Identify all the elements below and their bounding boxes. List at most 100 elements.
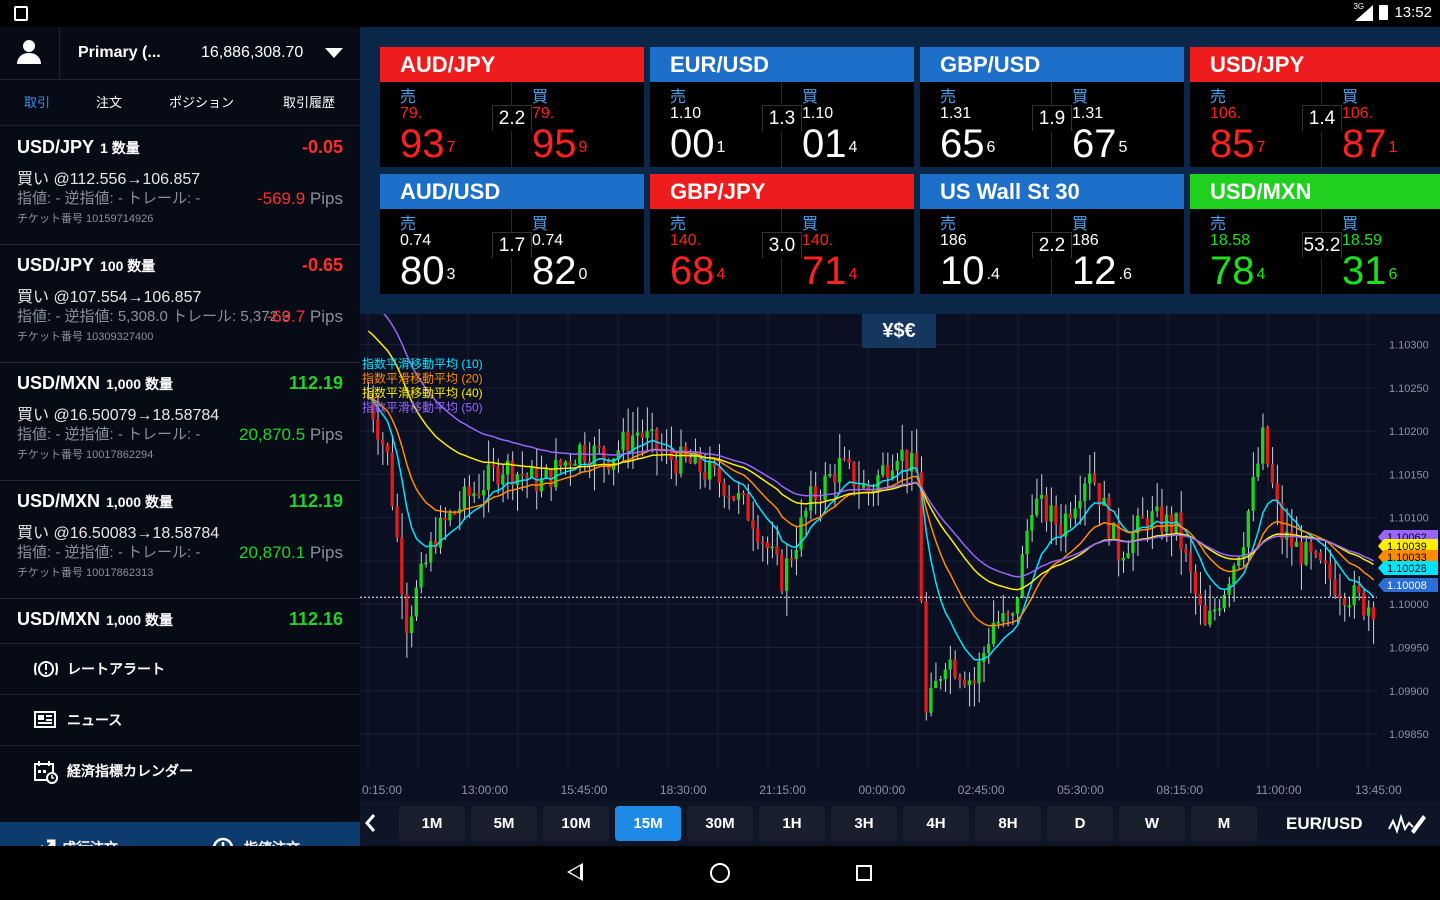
draw-tool-icon[interactable] <box>1387 809 1427 839</box>
candle-body <box>520 474 524 477</box>
currency-button[interactable]: ¥$€ <box>862 314 936 348</box>
quote-grid: AUD/JPY 売 79. 93 7 買 79. 95 9 2.2 EUR/USD 売 1.10 00 1 買… <box>360 27 1440 314</box>
back-icon[interactable] <box>567 863 583 881</box>
buy-price: 67 5 <box>1072 122 1128 166</box>
x-tick-label: 13:45:00 <box>1355 783 1402 797</box>
recent-apps-icon[interactable] <box>856 865 872 881</box>
quote-tile[interactable]: USD/MXN 売 18.58 78 4 買 18.59 31 6 53.2 <box>1190 174 1440 294</box>
candle-body <box>573 463 577 466</box>
buy-price: 87 1 <box>1342 122 1398 166</box>
tab-orders[interactable]: 注文 <box>96 80 122 126</box>
x-tick-label: 05:30:00 <box>1057 783 1104 797</box>
position-item[interactable]: USD/JPY 100 数量 -0.65 買い @107.554→106.857 指値:… <box>0 245 360 363</box>
timeframe-1h[interactable]: 1H <box>759 806 825 841</box>
candle-body <box>558 460 563 466</box>
sell-price: 10.4 <box>940 249 1000 293</box>
candle-body <box>1217 608 1222 611</box>
rate-alert-item[interactable]: レートアラート <box>0 643 360 693</box>
candle-body <box>626 431 630 452</box>
x-tick-label: 15:45:00 <box>561 783 608 797</box>
calendar-item[interactable]: 経済指標カレンダー <box>0 745 360 795</box>
candle-body <box>1179 512 1183 550</box>
timeframe-8h[interactable]: 8H <box>975 806 1041 841</box>
candle-body <box>1366 607 1371 616</box>
position-item[interactable]: USD/MXN 1,000 数量 112.19 買い @16.50083→18.587… <box>0 481 360 599</box>
timeframe-w[interactable]: W <box>1119 806 1185 841</box>
candle-body <box>717 467 721 483</box>
timeframe-3h[interactable]: 3H <box>831 806 897 841</box>
timeframe-d[interactable]: D <box>1047 806 1113 841</box>
candle-body <box>837 458 842 483</box>
candle-body <box>424 562 428 565</box>
tab-positions[interactable]: ポジション <box>169 80 234 126</box>
candle-body <box>948 659 952 670</box>
candle-body <box>1299 541 1303 565</box>
position-qty: 1 数量 <box>100 140 140 156</box>
sell-label: 売 <box>940 89 957 106</box>
candle-body <box>1068 513 1072 519</box>
signal-icon: 3G <box>1353 2 1374 21</box>
quote-tile[interactable]: USD/JPY 売 106. 85 7 買 106. 87 1 1.4 <box>1190 47 1440 167</box>
svg-text:1.10028: 1.10028 <box>1387 563 1427 575</box>
account-selector[interactable]: Primary (... 16,886,308.70 <box>0 26 360 80</box>
y-tick-label: 1.10150 <box>1389 469 1429 481</box>
candle-body <box>967 680 971 686</box>
candle-body <box>472 493 476 497</box>
position-item[interactable]: USD/JPY 1 数量 -0.05 買い @112.556→106.857 指値: -… <box>0 127 360 245</box>
candle-body <box>1261 427 1265 464</box>
candlestick-chart[interactable]: 1.10300 1.10250 1.10200 1.10150 1.10100 1.100… <box>360 314 1440 801</box>
candle-body <box>765 542 769 549</box>
timeframe-1m[interactable]: 1M <box>399 806 465 841</box>
position-orders: 指値: - 逆指値: - トレール: - <box>17 426 201 443</box>
candle-body <box>462 486 466 509</box>
candle-body <box>938 679 943 682</box>
home-icon[interactable] <box>710 863 730 883</box>
candle-body <box>1313 552 1318 555</box>
buy-label: 買 <box>532 89 549 106</box>
candle-body <box>972 680 976 684</box>
status-icons: 3G 13:52 <box>1353 2 1432 22</box>
quote-tile[interactable]: AUD/JPY 売 79. 93 7 買 79. 95 9 2.2 <box>380 47 644 167</box>
timeframe-4h[interactable]: 4H <box>903 806 969 841</box>
position-item[interactable]: USD/MXN 1,000 数量 112.19 買い @16.50079→18.587… <box>0 363 360 481</box>
candle-body <box>1030 515 1034 531</box>
candle-body <box>977 661 981 684</box>
candle-body <box>1333 579 1337 595</box>
candle-body <box>857 486 861 489</box>
position-item[interactable]: USD/MXN1,000 数量 112.16 買い @16.50132→18.587… <box>0 599 360 642</box>
timeframe-m[interactable]: M <box>1191 806 1257 841</box>
candle-body <box>929 687 933 713</box>
candle-body <box>645 431 649 439</box>
position-symbol: USD/JPY 1 数量 <box>17 137 140 157</box>
timeframe-10m[interactable]: 10M <box>543 806 609 841</box>
news-item[interactable]: ニュース <box>0 694 360 744</box>
quote-tile[interactable]: GBP/USD 売 1.31 65 6 買 1.31 67 5 1.9 <box>920 47 1184 167</box>
sell-label: 売 <box>940 216 957 233</box>
candle-body <box>390 452 394 507</box>
timeframe-15m[interactable]: 15M <box>615 806 681 841</box>
tab-history[interactable]: 取引履歴 <box>283 80 335 126</box>
timeframe-30m[interactable]: 30M <box>687 806 753 841</box>
notification-icon <box>14 6 28 21</box>
candle-body <box>1059 524 1063 537</box>
quote-tile[interactable]: EUR/USD 売 1.10 00 1 買 1.10 01 4 1.3 <box>650 47 914 167</box>
quote-pair: US Wall St 30 <box>920 174 1184 209</box>
quote-tile[interactable]: AUD/USD 売 0.74 80 3 買 0.74 82 0 1.7 <box>380 174 644 294</box>
avatar-icon[interactable] <box>0 26 60 80</box>
quote-tile[interactable]: GBP/JPY 売 140. 68 4 買 140. 71 4 3.0 <box>650 174 914 294</box>
quote-tile[interactable]: US Wall St 30 売 186 10.4 買 186 12.6 2.2 <box>920 174 1184 294</box>
candle-body <box>1246 510 1250 548</box>
legend-entry: 指数平滑移動平均 (10) <box>362 356 483 371</box>
chart-pair-label[interactable]: EUR/USD <box>1286 801 1363 846</box>
timeframe-5m[interactable]: 5M <box>471 806 537 841</box>
candle-body <box>1039 494 1044 499</box>
chevron-down-icon[interactable] <box>325 48 343 58</box>
tab-trade[interactable]: 取引 <box>24 80 50 126</box>
chevron-left-icon[interactable] <box>364 813 378 833</box>
candle-body <box>621 431 625 451</box>
candle-body <box>1256 463 1260 478</box>
price-chart[interactable]: 1.10300 1.10250 1.10200 1.10150 1.10100 1.100… <box>360 314 1440 801</box>
position-trade: 買い @112.556→106.857 <box>17 171 201 188</box>
candle-body <box>429 541 433 563</box>
candle-body <box>1140 515 1145 519</box>
